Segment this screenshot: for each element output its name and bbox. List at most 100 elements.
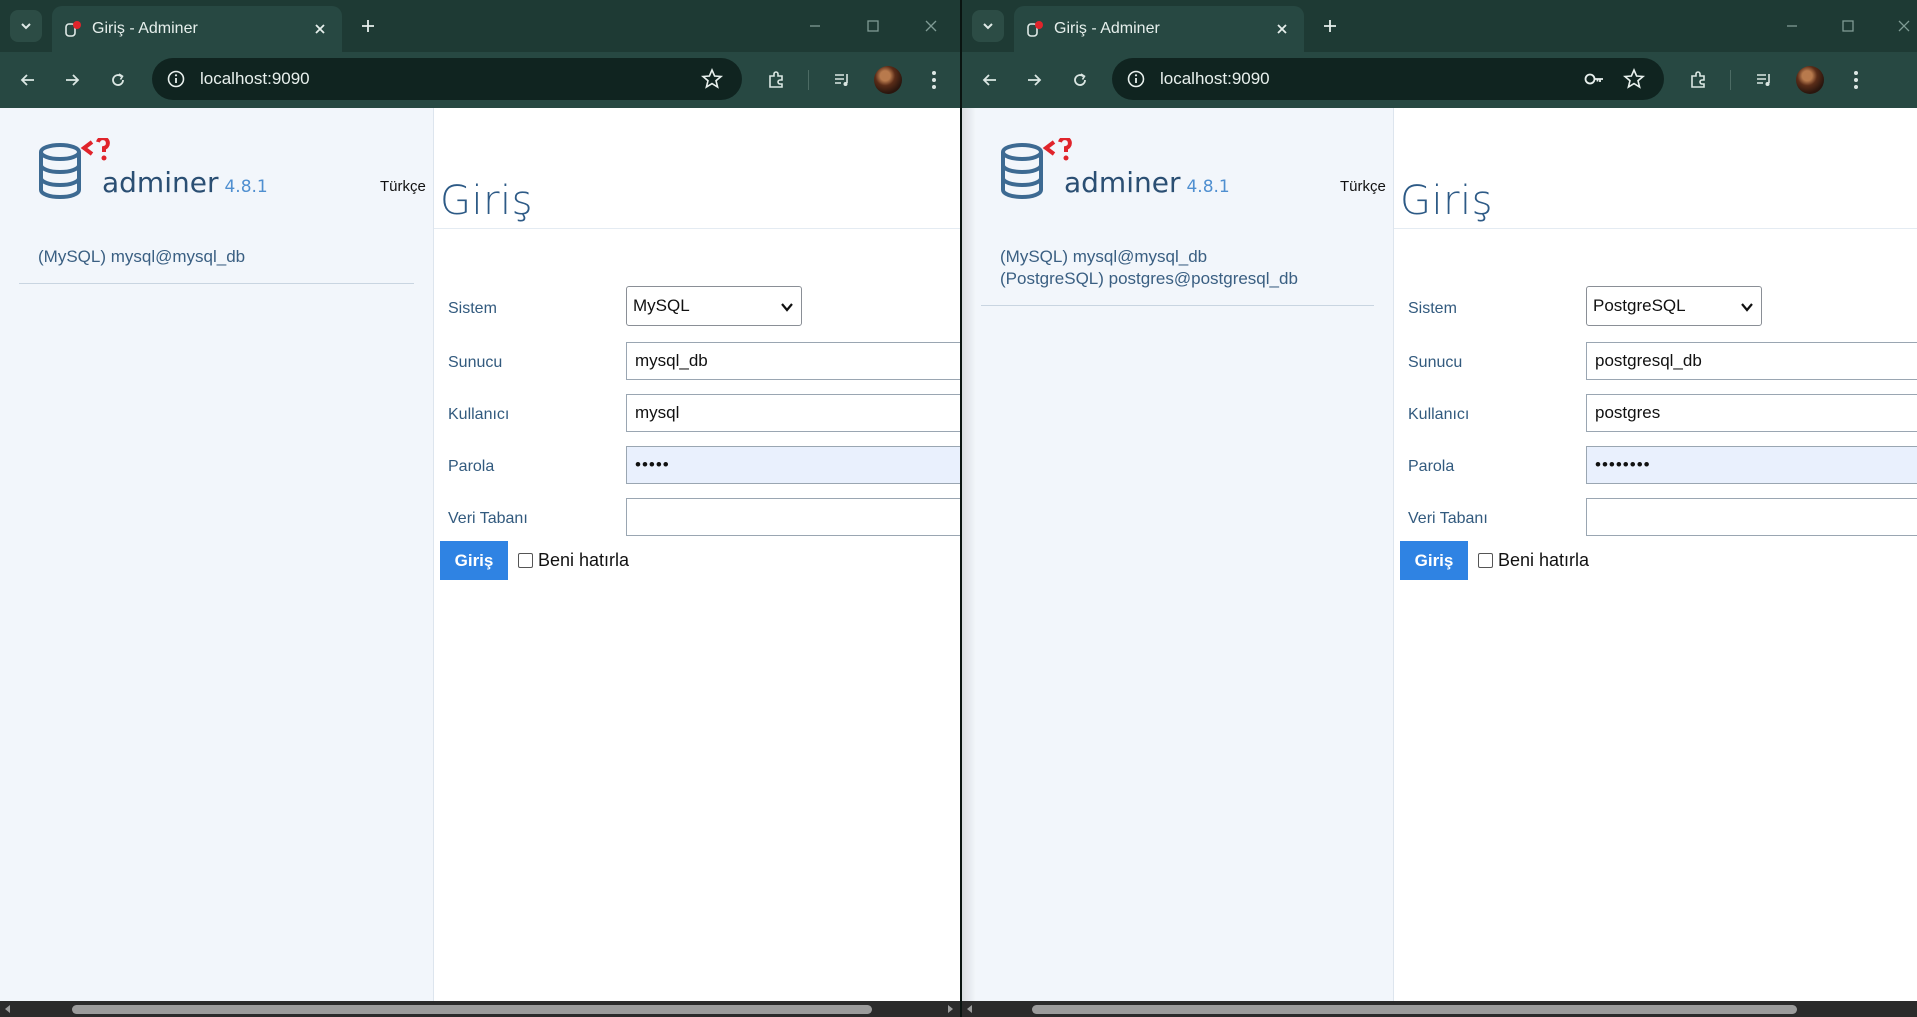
tab-strip: Giriş - Adminer bbox=[962, 0, 1917, 52]
close-tab-icon[interactable] bbox=[1272, 19, 1292, 39]
server-input[interactable]: postgresql_db bbox=[1586, 342, 1917, 380]
system-select-value: PostgreSQL bbox=[1593, 296, 1686, 315]
url-text: localhost:9090 bbox=[1160, 69, 1270, 88]
adminer-favicon-icon bbox=[1026, 20, 1044, 38]
address-bar[interactable]: localhost:9090 bbox=[152, 58, 742, 100]
minimize-icon[interactable] bbox=[1777, 12, 1807, 40]
media-controls-icon[interactable] bbox=[1748, 64, 1780, 96]
browser-toolbar: localhost:9090 bbox=[0, 52, 960, 108]
remember-checkbox[interactable] bbox=[1478, 553, 1493, 568]
login-main: Giriş Sistem MySQL Sunucu mysql_db Kulla… bbox=[434, 108, 960, 1001]
maximize-icon[interactable] bbox=[858, 12, 888, 40]
server-input[interactable]: mysql_db bbox=[626, 342, 960, 380]
back-arrow-icon[interactable] bbox=[12, 64, 44, 96]
close-window-icon[interactable] bbox=[1889, 12, 1917, 40]
row-user: Kullanıcı postgres bbox=[1408, 394, 1917, 434]
close-window-icon[interactable] bbox=[916, 12, 946, 40]
profile-avatar[interactable] bbox=[1796, 66, 1824, 94]
extensions-icon[interactable] bbox=[760, 64, 792, 96]
address-bar[interactable]: localhost:9090 bbox=[1112, 58, 1664, 100]
password-label: Parola bbox=[448, 458, 495, 475]
media-controls-icon[interactable] bbox=[826, 64, 858, 96]
server-label: Sunucu bbox=[1408, 354, 1463, 371]
forward-arrow-icon[interactable] bbox=[1018, 64, 1050, 96]
remember-label: Beni hatırla bbox=[1498, 550, 1590, 570]
brand-name: adminer bbox=[102, 166, 219, 199]
more-menu-icon[interactable] bbox=[918, 64, 950, 96]
url-text: localhost:9090 bbox=[200, 69, 310, 88]
password-input[interactable]: ••••• bbox=[626, 446, 960, 484]
scroll-left-icon[interactable] bbox=[965, 1004, 975, 1014]
password-input[interactable]: •••••••• bbox=[1586, 446, 1917, 484]
password-key-icon[interactable] bbox=[1582, 67, 1606, 91]
username-input[interactable]: postgres bbox=[1586, 394, 1917, 432]
close-tab-icon[interactable] bbox=[310, 19, 330, 39]
language-selector[interactable]: Türkçe bbox=[1340, 178, 1386, 195]
row-password: Parola ••••• bbox=[448, 446, 960, 486]
server-link-mysql[interactable]: (MySQL) mysql@mysql_db bbox=[38, 246, 245, 268]
extensions-icon[interactable] bbox=[1682, 64, 1714, 96]
username-input[interactable]: mysql bbox=[626, 394, 960, 432]
remember-label: Beni hatırla bbox=[538, 550, 630, 570]
back-arrow-icon[interactable] bbox=[974, 64, 1006, 96]
remember-checkbox[interactable] bbox=[518, 553, 533, 568]
adminer-sidebar: adminer 4.8.1 Türkçe (MySQL) mysql@mysql_… bbox=[962, 108, 1394, 1001]
title-divider bbox=[434, 228, 960, 229]
reload-icon[interactable] bbox=[102, 64, 134, 96]
browser-window-right: Giriş - Adminer localhost:9090 adminer 4… bbox=[962, 0, 1917, 1017]
tab-title: Giriş - Adminer bbox=[1054, 20, 1160, 37]
page-title: Giriş bbox=[440, 178, 534, 224]
toolbar-separator bbox=[808, 70, 809, 90]
maximize-icon[interactable] bbox=[1833, 12, 1863, 40]
scrollbar-thumb[interactable] bbox=[72, 1005, 872, 1014]
database-label: Veri Tabanı bbox=[1408, 510, 1488, 527]
title-divider bbox=[1394, 228, 1917, 229]
sidebar-divider bbox=[981, 305, 1374, 306]
database-input[interactable] bbox=[626, 498, 960, 536]
system-select-value: MySQL bbox=[633, 296, 690, 315]
database-input[interactable] bbox=[1586, 498, 1917, 536]
page-viewport: adminer 4.8.1 Türkçe (MySQL) mysql@mysql_… bbox=[0, 108, 960, 1001]
tab-search-button[interactable] bbox=[10, 10, 42, 42]
browser-tab[interactable]: Giriş - Adminer bbox=[52, 6, 342, 52]
browser-toolbar: localhost:9090 bbox=[962, 52, 1917, 108]
horizontal-scrollbar[interactable] bbox=[0, 1001, 960, 1017]
server-list: (MySQL) mysql@mysql_db (PostgreSQL) post… bbox=[1000, 246, 1298, 290]
site-info-icon[interactable] bbox=[166, 69, 186, 89]
forward-arrow-icon[interactable] bbox=[56, 64, 88, 96]
site-info-icon[interactable] bbox=[1126, 69, 1146, 89]
more-menu-icon[interactable] bbox=[1840, 64, 1872, 96]
row-database: Veri Tabanı bbox=[1408, 498, 1917, 538]
new-tab-icon[interactable] bbox=[1316, 12, 1344, 40]
browser-tab[interactable]: Giriş - Adminer bbox=[1014, 6, 1304, 52]
scroll-left-icon[interactable] bbox=[3, 1004, 13, 1014]
adminer-version[interactable]: 4.8.1 bbox=[224, 177, 267, 197]
server-link-mysql[interactable]: (MySQL) mysql@mysql_db bbox=[1000, 246, 1298, 268]
scrollbar-thumb[interactable] bbox=[1032, 1005, 1797, 1014]
adminer-version[interactable]: 4.8.1 bbox=[1186, 177, 1229, 197]
bookmark-star-icon[interactable] bbox=[1622, 67, 1646, 91]
row-server: Sunucu postgresql_db bbox=[1408, 342, 1917, 382]
reload-icon[interactable] bbox=[1064, 64, 1096, 96]
row-server: Sunucu mysql_db bbox=[448, 342, 960, 382]
system-select[interactable]: MySQL bbox=[626, 286, 802, 326]
profile-avatar[interactable] bbox=[874, 66, 902, 94]
horizontal-scrollbar[interactable] bbox=[962, 1001, 1917, 1017]
language-selector[interactable]: Türkçe bbox=[380, 178, 426, 195]
login-button[interactable]: Giriş bbox=[1400, 541, 1468, 580]
row-system: Sistem MySQL bbox=[448, 286, 960, 328]
bookmark-star-icon[interactable] bbox=[700, 67, 724, 91]
server-link-postgresql[interactable]: (PostgreSQL) postgres@postgresql_db bbox=[1000, 268, 1298, 290]
minimize-icon[interactable] bbox=[800, 12, 830, 40]
user-label: Kullanıcı bbox=[448, 406, 510, 423]
new-tab-icon[interactable] bbox=[354, 12, 382, 40]
server-label: Sunucu bbox=[448, 354, 503, 371]
chevron-down-icon bbox=[983, 23, 993, 30]
login-button[interactable]: Giriş bbox=[440, 541, 508, 580]
scroll-right-icon[interactable] bbox=[945, 1004, 955, 1014]
system-select[interactable]: PostgreSQL bbox=[1586, 286, 1762, 326]
user-label: Kullanıcı bbox=[1408, 406, 1470, 423]
remember-me[interactable]: Beni hatırla bbox=[518, 550, 629, 571]
tab-search-button[interactable] bbox=[972, 10, 1004, 42]
remember-me[interactable]: Beni hatırla bbox=[1478, 550, 1589, 571]
